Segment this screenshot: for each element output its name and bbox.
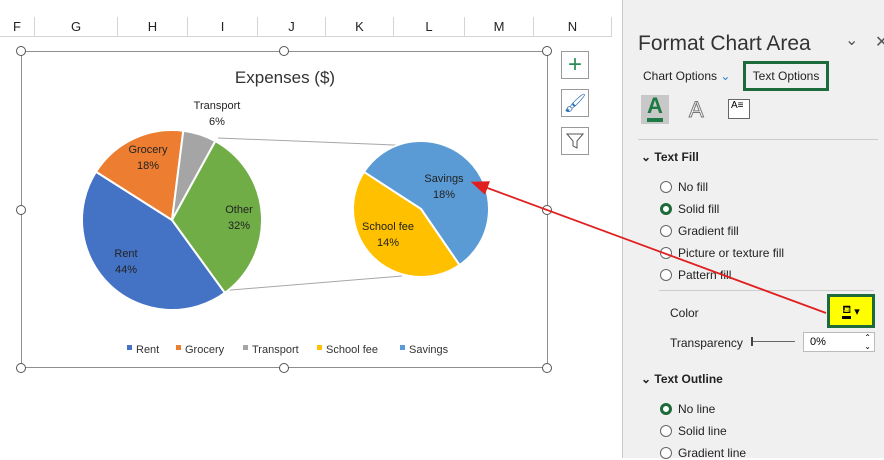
annotation-arrow	[470, 181, 827, 314]
